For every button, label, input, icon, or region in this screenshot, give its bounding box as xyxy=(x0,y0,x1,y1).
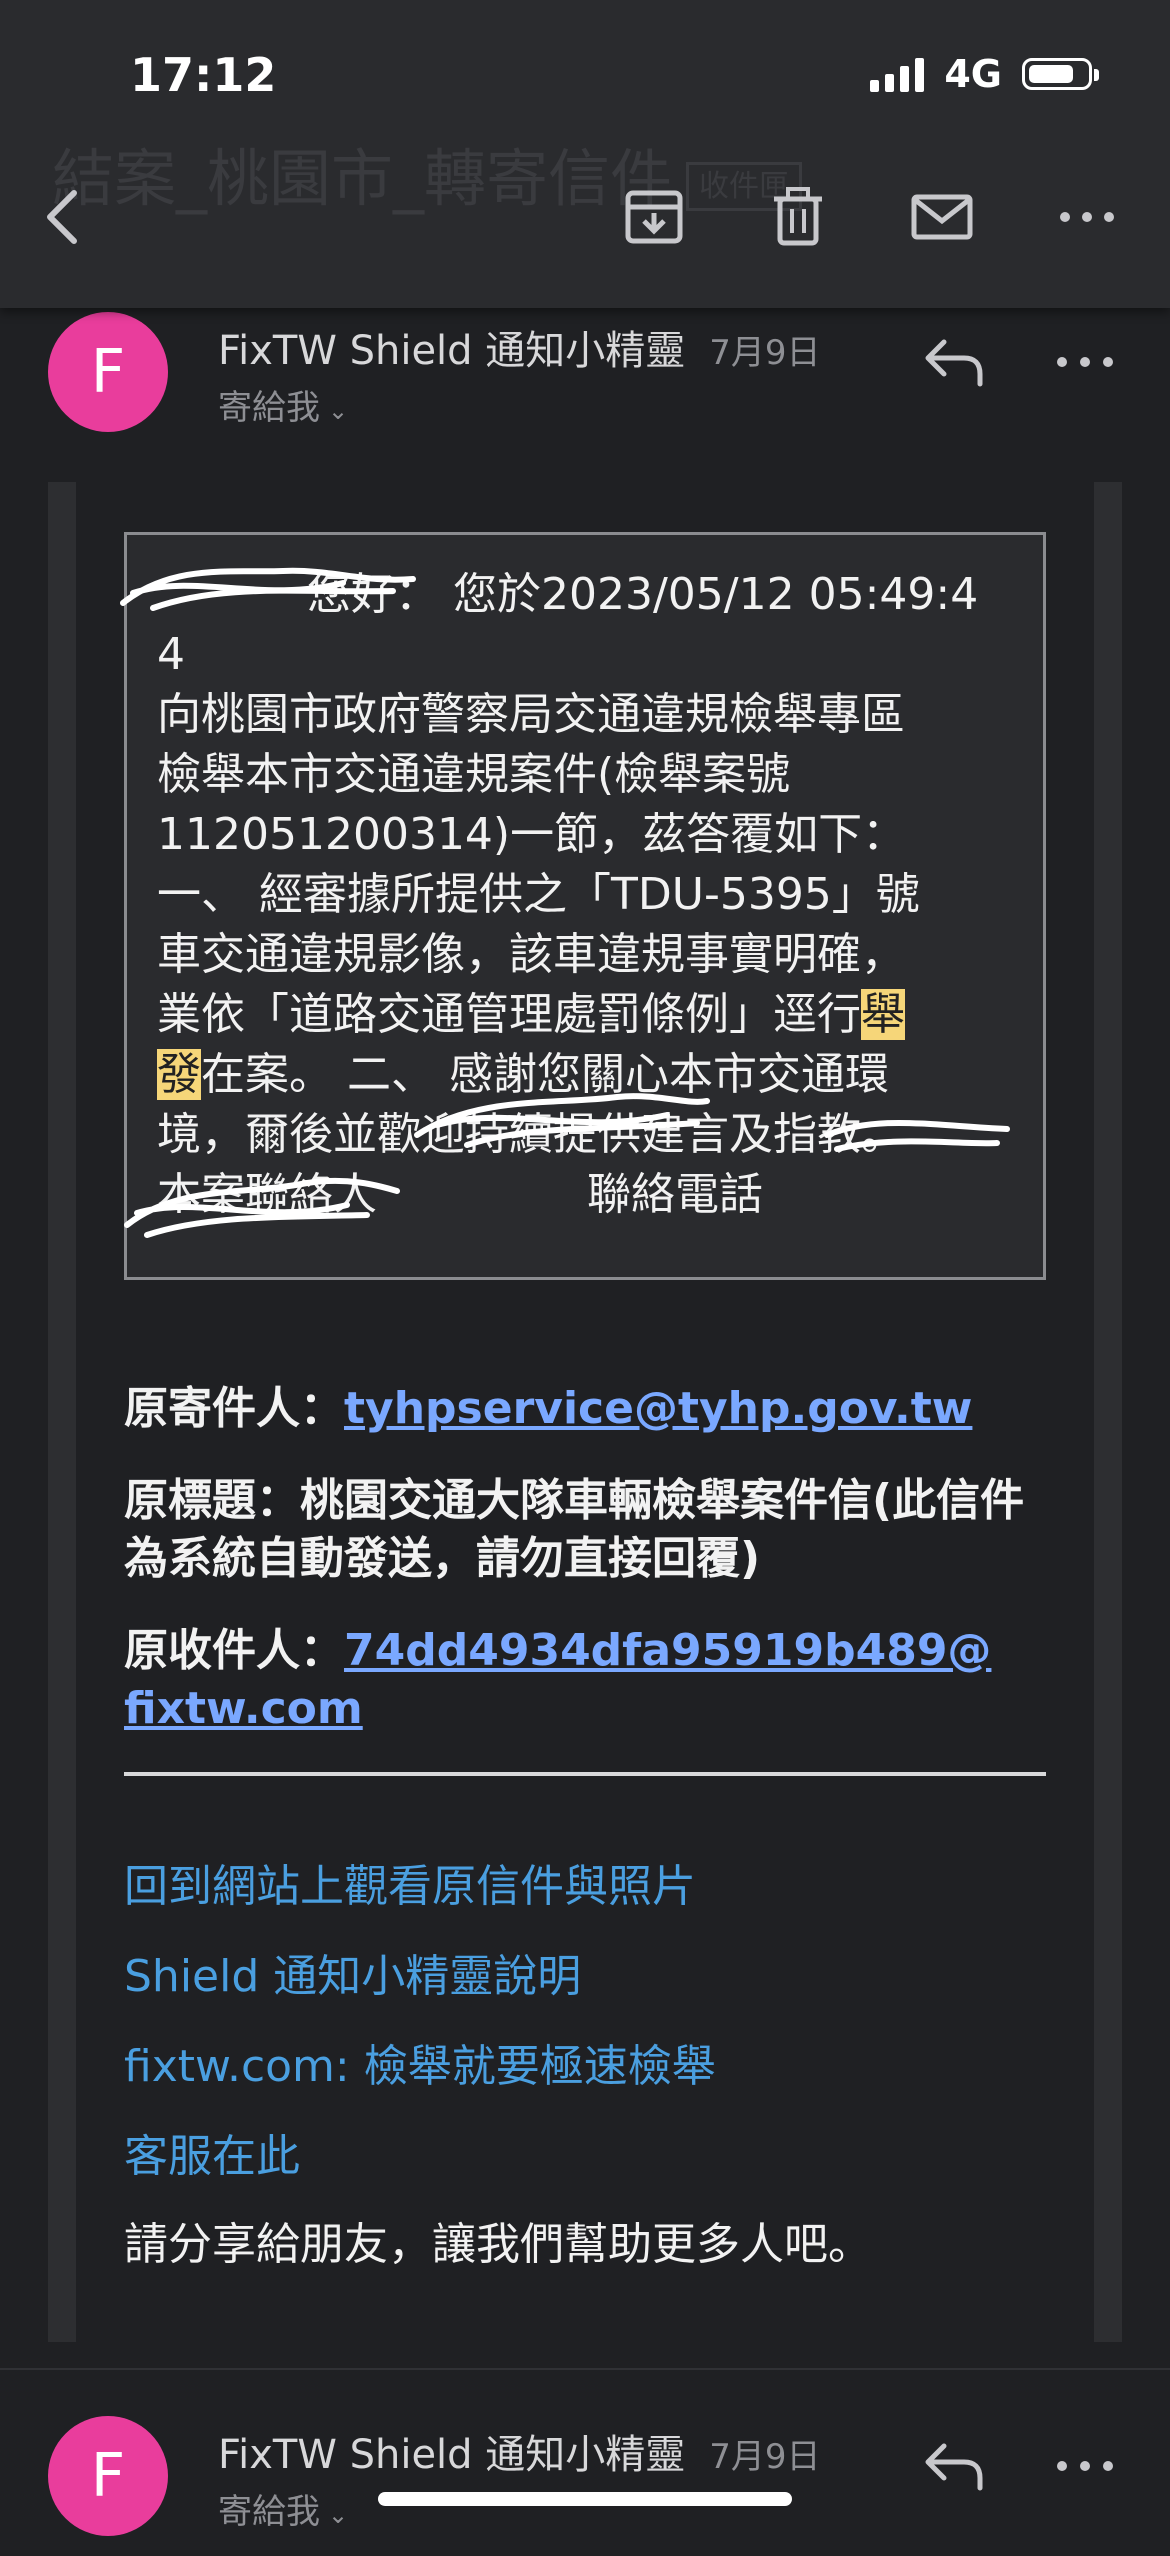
recipient-toggle[interactable]: 寄給我 ⌄ xyxy=(218,380,348,429)
subject-ghost-title: 結案_桃園市_轉寄信件 收件匣 xyxy=(52,128,803,218)
highlight: 發 xyxy=(157,1049,201,1100)
top-bar: 17:12 4G 結案_桃園市_轉寄信件 收件匣 xyxy=(0,0,1170,308)
redaction-scribble xyxy=(824,1119,1010,1152)
next-message-header[interactable]: F FixTW Shield 通知小精靈 7月9日 寄給我 ⌄ xyxy=(0,2416,1170,2556)
original-recipient-link[interactable]: fixtw.com xyxy=(124,1683,363,1734)
message-header[interactable]: F FixTW Shield 通知小精靈 7月9日 寄給我 ⌄ xyxy=(0,312,1170,452)
sender-name: FixTW Shield 通知小精靈 7月9日 xyxy=(218,328,821,374)
redaction-scribble xyxy=(124,1177,400,1238)
network-type: 4G xyxy=(944,52,1002,96)
original-recipient: 原收件人：74dd4934dfa95919b489@ fixtw.com xyxy=(124,1625,992,1734)
share-text: 請分享給朋友，讓我們幫助更多人吧。 xyxy=(124,2219,872,2270)
more-icon[interactable] xyxy=(1050,2436,1120,2496)
sender-name: FixTW Shield 通知小精靈 7月9日 xyxy=(218,2432,821,2478)
quoted-message-box: 您好： 您於2023/05/12 05:49:44 向桃園市政府警察局交通違規檢… xyxy=(120,532,1046,1280)
redaction-scribble xyxy=(414,1093,710,1148)
original-recipient-link[interactable]: 74dd4934dfa95919b489@ xyxy=(344,1625,991,1676)
back-arrow-icon[interactable] xyxy=(34,185,98,249)
highlight: 舉 xyxy=(861,989,905,1040)
view-original-link[interactable]: 回到網站上觀看原信件與照片 xyxy=(124,1850,696,1914)
more-icon[interactable] xyxy=(1055,185,1119,249)
chevron-down-icon: ⌄ xyxy=(328,2501,349,2529)
avatar: F xyxy=(48,312,168,432)
divider xyxy=(124,1772,1046,1776)
avatar: F xyxy=(48,2416,168,2536)
trash-icon[interactable] xyxy=(766,185,830,249)
original-subject: 原標題：桃園交通大隊車輛檢舉案件信(此信件為系統自動發送，請勿直接回覆) xyxy=(124,1475,1025,1584)
battery-icon xyxy=(1022,58,1099,90)
home-indicator[interactable] xyxy=(378,2492,792,2506)
shield-help-link[interactable]: Shield 通知小精靈說明 xyxy=(124,1940,581,2004)
recipient-toggle[interactable]: 寄給我 ⌄ xyxy=(218,2484,348,2533)
redaction-scribble xyxy=(120,567,416,611)
archive-icon[interactable] xyxy=(622,185,686,249)
reply-icon[interactable] xyxy=(920,332,990,392)
signal-icon xyxy=(870,56,925,92)
original-sender-link[interactable]: tyhpservice@tyhp.gov.tw xyxy=(344,1383,972,1434)
fixtw-link[interactable]: fixtw.com: 檢舉就要極速檢舉 xyxy=(124,2030,716,2094)
status-indicators: 4G xyxy=(870,52,1099,96)
message-date: 7月9日 xyxy=(709,2437,821,2477)
reply-icon[interactable] xyxy=(920,2436,990,2496)
more-icon[interactable] xyxy=(1050,332,1120,392)
chevron-down-icon: ⌄ xyxy=(328,397,349,425)
message-separator xyxy=(0,2368,1170,2370)
support-link[interactable]: 客服在此 xyxy=(124,2120,300,2184)
mail-icon[interactable] xyxy=(910,185,974,249)
original-sender: 原寄件人：tyhpservice@tyhp.gov.tw xyxy=(124,1383,973,1434)
message-date: 7月9日 xyxy=(709,333,821,373)
status-time: 17:12 xyxy=(130,48,277,102)
